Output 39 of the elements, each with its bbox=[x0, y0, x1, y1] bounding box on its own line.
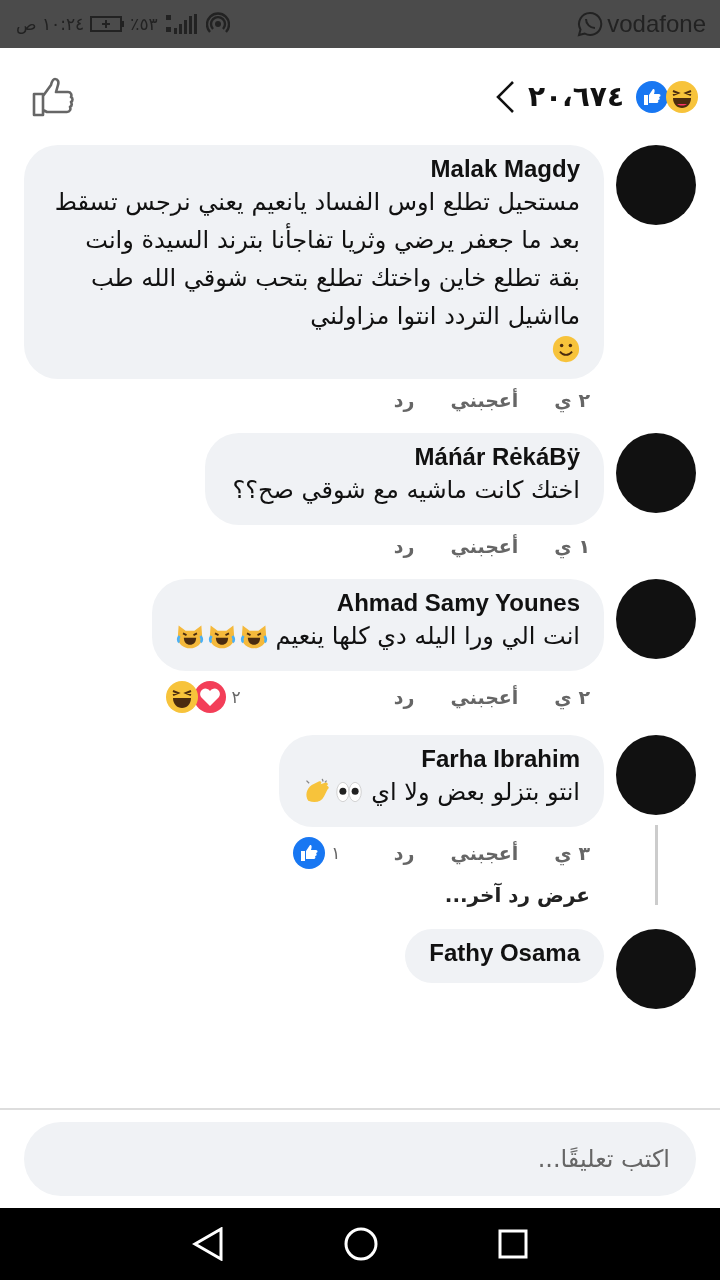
laughing-emoji-icon bbox=[165, 681, 198, 713]
reply-link[interactable]: رد bbox=[393, 842, 415, 864]
like-reaction-icon bbox=[636, 80, 668, 113]
like-link[interactable]: أعجبني bbox=[450, 389, 519, 411]
reaction-count[interactable]: ١ bbox=[331, 843, 341, 863]
like-link[interactable]: أعجبني bbox=[450, 686, 519, 708]
like-link[interactable]: أعجبني bbox=[450, 535, 519, 557]
signal-icon bbox=[163, 13, 200, 35]
recents-icon[interactable] bbox=[498, 1229, 528, 1259]
author-name[interactable]: Ahmad Samy Younes bbox=[175, 589, 580, 617]
comment-text: اختك كانت ماشيه مع شوقي صح؟؟ bbox=[232, 475, 580, 506]
heart-reaction-icon bbox=[193, 681, 226, 713]
comment-time: ٢ ي bbox=[554, 686, 590, 708]
reply-link[interactable]: رد bbox=[393, 389, 415, 411]
comment-text: انت الي ورا اليله دي كلها ينعيم bbox=[275, 621, 580, 652]
author-name[interactable]: Malak Magdy bbox=[48, 155, 580, 183]
comment-time: ٣ ي bbox=[554, 842, 590, 864]
like-link[interactable]: أعجبني bbox=[450, 842, 519, 864]
comment-text: انتو بتزلو بعض ولا اي bbox=[371, 777, 580, 808]
battery-icon bbox=[90, 16, 125, 32]
smile-emoji-icon bbox=[552, 335, 580, 363]
chat-bubble-icon bbox=[577, 11, 604, 37]
more-replies-link[interactable]: عرض رد آخر... bbox=[430, 869, 604, 907]
reaction-count[interactable]: ٢٠،٦٧٤ bbox=[527, 80, 624, 113]
comment-time: ١ ي bbox=[554, 535, 590, 557]
home-icon[interactable] bbox=[344, 1227, 378, 1261]
reaction-count[interactable]: ٢ bbox=[231, 687, 241, 707]
comment-text: مستحيل تطلع اوس الفساد يانعيم يعني نرجس تسقط بعد ما جعفر يرضي وثريا تفاجأنا بترند السيدة وانت بقة تطلع خاين واختك تطلع بتحب شوقي الله طب مااشيل التردد انتوا مزاولني bbox=[53, 187, 580, 332]
thumbs-up-icon[interactable] bbox=[32, 76, 74, 117]
comment-input[interactable]: اكتب تعليقًا... bbox=[24, 1122, 696, 1196]
reply-link[interactable]: رد bbox=[393, 686, 415, 708]
comment-time: ٢ ي bbox=[554, 389, 590, 411]
author-name[interactable]: Fathy Osama bbox=[429, 939, 580, 967]
author-name[interactable]: Máńár RėkáBÿ bbox=[228, 443, 580, 471]
author-name[interactable]: Farha Ibrahim bbox=[303, 745, 580, 773]
reply-link[interactable]: رد bbox=[393, 535, 415, 557]
back-icon[interactable] bbox=[192, 1227, 224, 1261]
like-reaction-icon bbox=[293, 837, 326, 869]
laughing-emoji-icon bbox=[666, 80, 698, 113]
